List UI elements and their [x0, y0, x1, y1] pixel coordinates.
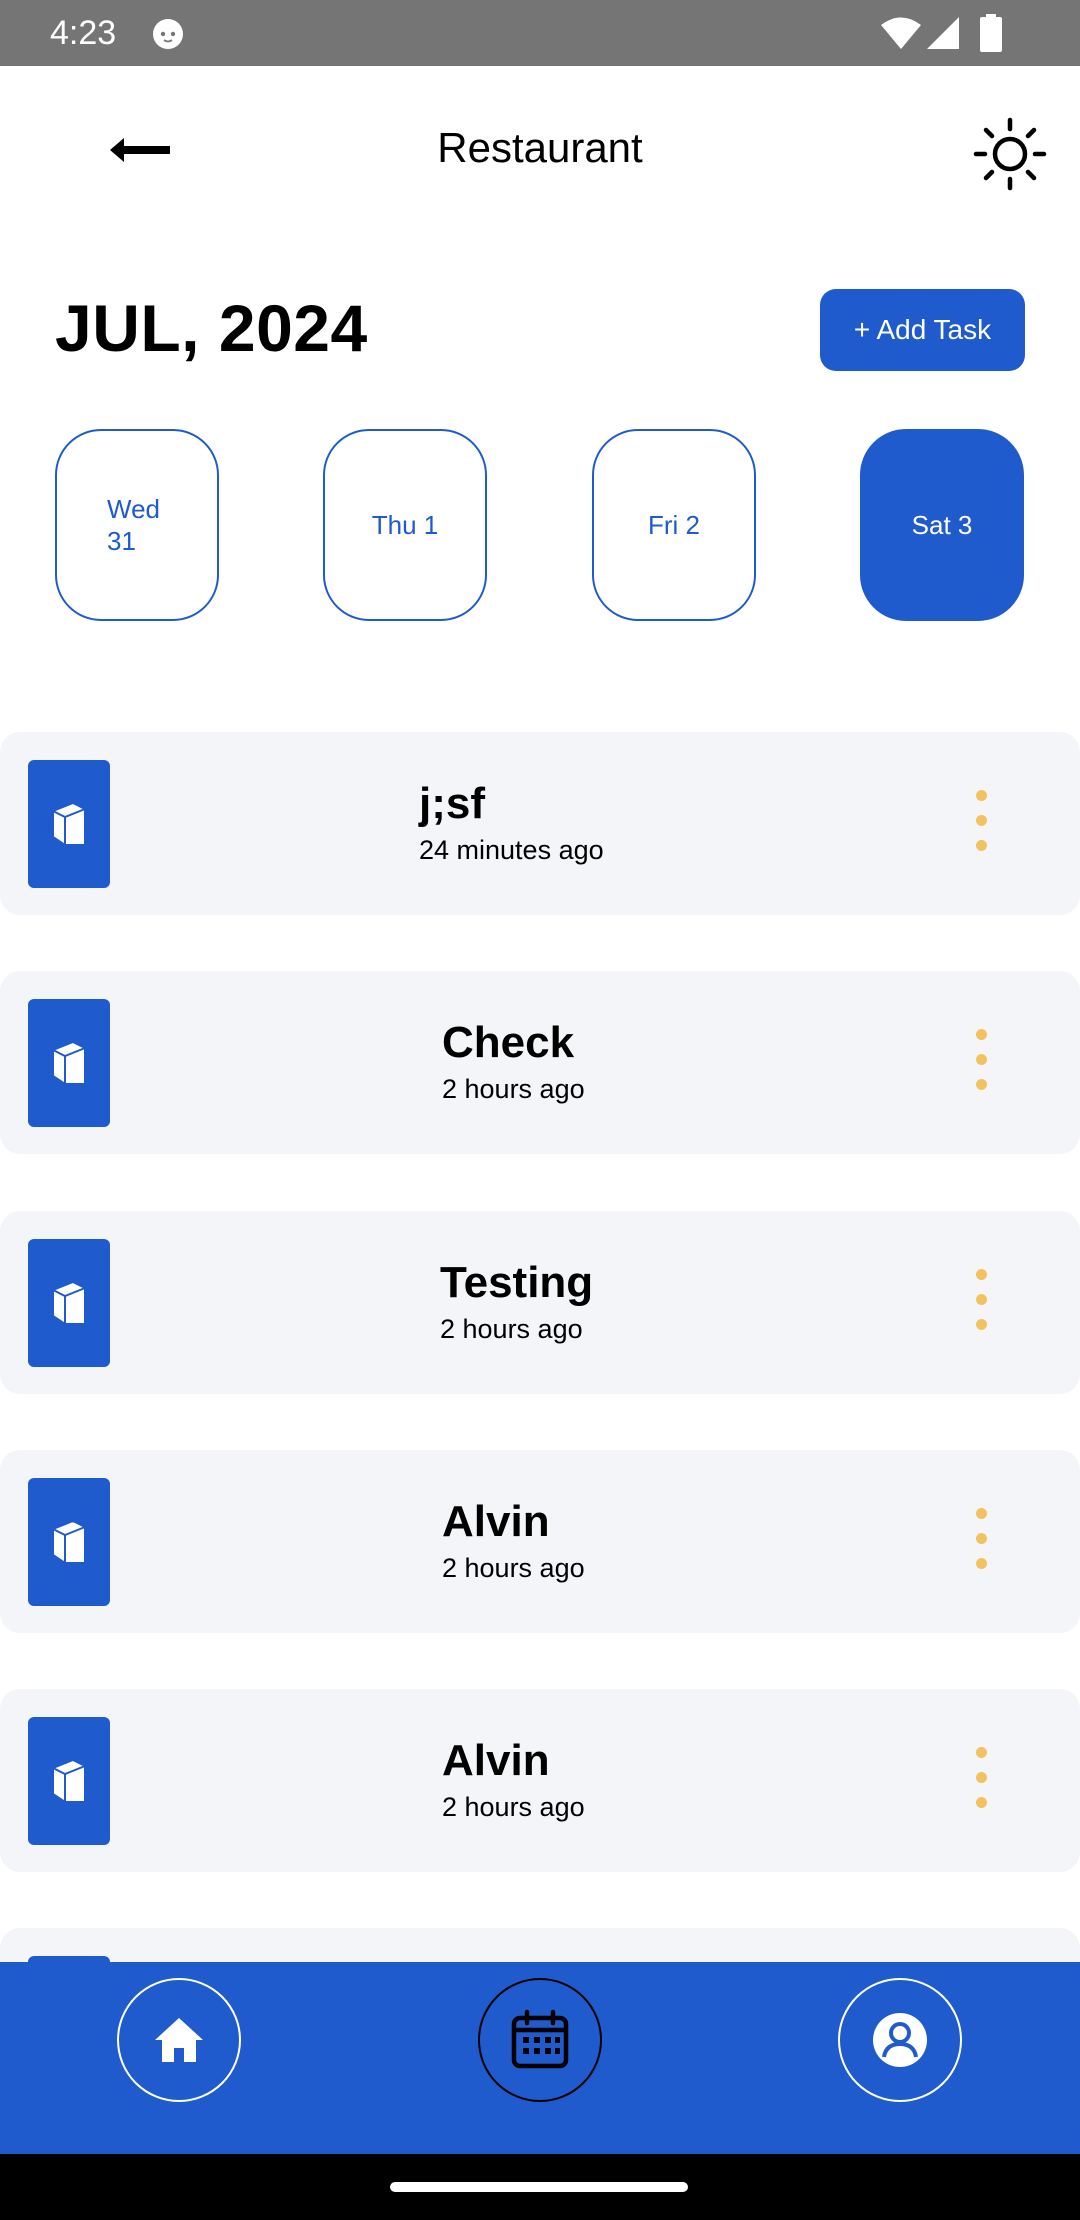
day-chip-wed-31[interactable]: Wed 31 — [55, 429, 219, 621]
task-text: j;sf 24 minutes ago — [419, 780, 604, 868]
task-time: 2 hours ago — [442, 1553, 585, 1583]
user-profile-icon — [873, 2013, 927, 2067]
day-chip-label: Fri 2 — [648, 509, 700, 540]
wifi-icon — [881, 17, 921, 49]
task-text: Alvin 2 hours ago — [442, 1498, 585, 1586]
month-label: JUL, 2024 — [55, 291, 368, 365]
more-vertical-icon[interactable] — [962, 1269, 1000, 1339]
task-title: Testing — [440, 1258, 594, 1307]
book-icon — [28, 760, 110, 888]
book-icon — [28, 1717, 110, 1845]
day-chip-sat-3[interactable]: Sat 3 — [860, 429, 1024, 621]
day-chip-label: Sat 3 — [911, 509, 973, 540]
task-time: 2 hours ago — [442, 1074, 585, 1104]
task-card[interactable]: Alvin 2 hours ago — [0, 1450, 1080, 1633]
task-card[interactable]: Testing 2 hours ago — [0, 1211, 1080, 1394]
nav-calendar-button[interactable] — [478, 1978, 602, 2102]
task-time: 2 hours ago — [442, 1792, 585, 1822]
add-task-button[interactable]: + Add Task — [820, 289, 1025, 371]
task-card[interactable]: j;sf 24 minutes ago — [0, 732, 1080, 915]
task-text: Testing 2 hours ago — [440, 1259, 593, 1347]
task-time: 2 hours ago — [440, 1314, 583, 1344]
task-title: j;sf — [419, 779, 485, 828]
book-icon — [28, 999, 110, 1127]
task-card[interactable]: Alvin 2 hours ago — [0, 1689, 1080, 1872]
status-time: 4:23 — [50, 14, 117, 52]
sun-icon — [973, 117, 1047, 191]
book-icon — [28, 1239, 110, 1367]
book-icon — [28, 1478, 110, 1606]
more-vertical-icon[interactable] — [962, 790, 1000, 860]
task-text: Check 2 hours ago — [442, 1019, 585, 1107]
task-card[interactable]: Check 2 hours ago — [0, 971, 1080, 1154]
more-vertical-icon[interactable] — [962, 1029, 1000, 1099]
battery-icon — [980, 14, 1002, 52]
calendar-icon — [511, 2009, 569, 2069]
nav-profile-button[interactable] — [838, 1978, 962, 2102]
task-title: Check — [442, 1018, 575, 1067]
theme-toggle-button[interactable] — [972, 116, 1048, 192]
nav-home-button[interactable] — [117, 1978, 241, 2102]
task-time: 24 minutes ago — [419, 835, 604, 865]
task-title: Alvin — [442, 1497, 550, 1546]
day-chip-label: Thu 1 — [371, 509, 439, 540]
home-indicator[interactable] — [390, 2182, 688, 2192]
more-vertical-icon[interactable] — [962, 1508, 1000, 1578]
day-chip-label: Wed 31 — [107, 494, 160, 556]
day-chip-thu-1[interactable]: Thu 1 — [323, 429, 487, 621]
page-title: Restaurant — [437, 124, 643, 171]
task-title: Alvin — [442, 1736, 550, 1785]
more-vertical-icon[interactable] — [962, 1747, 1000, 1817]
day-chip-fri-2[interactable]: Fri 2 — [592, 429, 756, 621]
home-icon — [155, 2018, 203, 2062]
notification-cat-icon — [153, 19, 183, 49]
status-bar: 4:23 — [0, 0, 1080, 66]
task-text: Alvin 2 hours ago — [442, 1737, 585, 1825]
signal-icon — [927, 17, 959, 49]
